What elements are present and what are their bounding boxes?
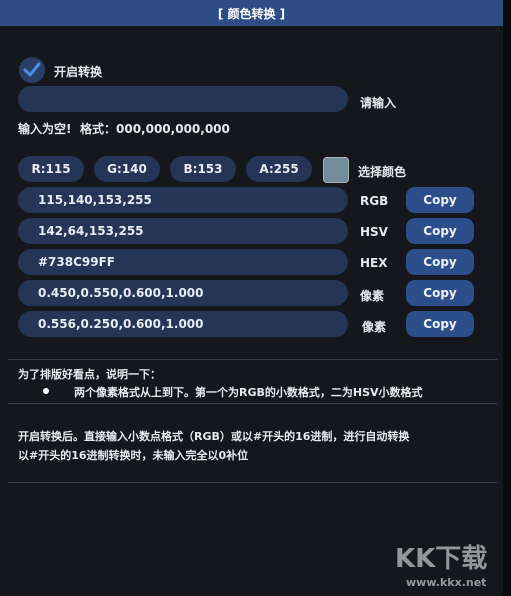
pixel-hsv-field[interactable]: 0.556,0.250,0.600,1.000: [18, 311, 348, 337]
divider-bottom: [8, 482, 497, 483]
notes-heading: 为了排版好看点，说明一下：: [18, 368, 161, 381]
watermark-url: www.kkx.net: [406, 576, 487, 589]
convert-toggle-label: 开启转换: [54, 65, 103, 79]
window-edge: [503, 0, 511, 596]
pixel-rgb-field[interactable]: 0.450,0.550,0.600,1.000: [18, 280, 348, 306]
bullet-dot: [43, 388, 49, 394]
input-label: 请输入: [360, 96, 397, 110]
rgb-field[interactable]: 115,140,153,255: [18, 187, 348, 213]
notes-bullet-text: 两个像素格式从上到下。第一个为RGB的小数格式，二为HSV小数格式: [74, 386, 423, 399]
pixel-hsv-label: 像素: [362, 320, 387, 334]
blue-chip[interactable]: B:153: [170, 156, 236, 182]
watermark-logo: KK下载: [395, 544, 488, 574]
hex-label: HEX: [360, 256, 388, 270]
format-hint: 格式：000,000,000,000: [80, 122, 230, 136]
color-input[interactable]: [18, 86, 348, 112]
convert-checkbox[interactable]: [19, 57, 45, 83]
divider-top: [8, 359, 497, 360]
hex-field[interactable]: #738C99FF: [18, 249, 348, 275]
pixel-rgb-label: 像素: [360, 289, 385, 303]
hsv-label: HSV: [360, 225, 388, 239]
copy-pixel-hsv-button[interactable]: Copy: [406, 311, 474, 337]
main-panel: 开启转换 请输入 输入为空! 格式：000,000,000,000 R:115 …: [0, 26, 503, 596]
divider-middle: [8, 403, 497, 404]
notes-line-2: 以#开头的16进制转换时，未输入完全以0补位: [18, 449, 249, 462]
copy-hex-button[interactable]: Copy: [406, 249, 474, 275]
green-chip[interactable]: G:140: [94, 156, 160, 182]
window-title: [ 颜色转换 ]: [217, 6, 286, 21]
copy-pixel-rgb-button[interactable]: Copy: [406, 280, 474, 306]
hsv-field[interactable]: 142,64,153,255: [18, 218, 348, 244]
red-chip[interactable]: R:115: [18, 156, 84, 182]
copy-hsv-button[interactable]: Copy: [406, 218, 474, 244]
status-message: 输入为空!: [18, 122, 72, 136]
color-swatch[interactable]: [323, 157, 349, 183]
checkmark-icon: [23, 62, 41, 77]
window-title-bar[interactable]: [ 颜色转换 ]: [0, 0, 503, 27]
copy-rgb-button[interactable]: Copy: [406, 187, 474, 213]
alpha-chip[interactable]: A:255: [246, 156, 312, 182]
pick-color-label: 选择颜色: [358, 165, 407, 179]
notes-line-1: 开启转换后。直接输入小数点格式（RGB）或以#开头的16进制，进行自动转换: [18, 430, 410, 443]
rgb-label: RGB: [360, 194, 389, 208]
